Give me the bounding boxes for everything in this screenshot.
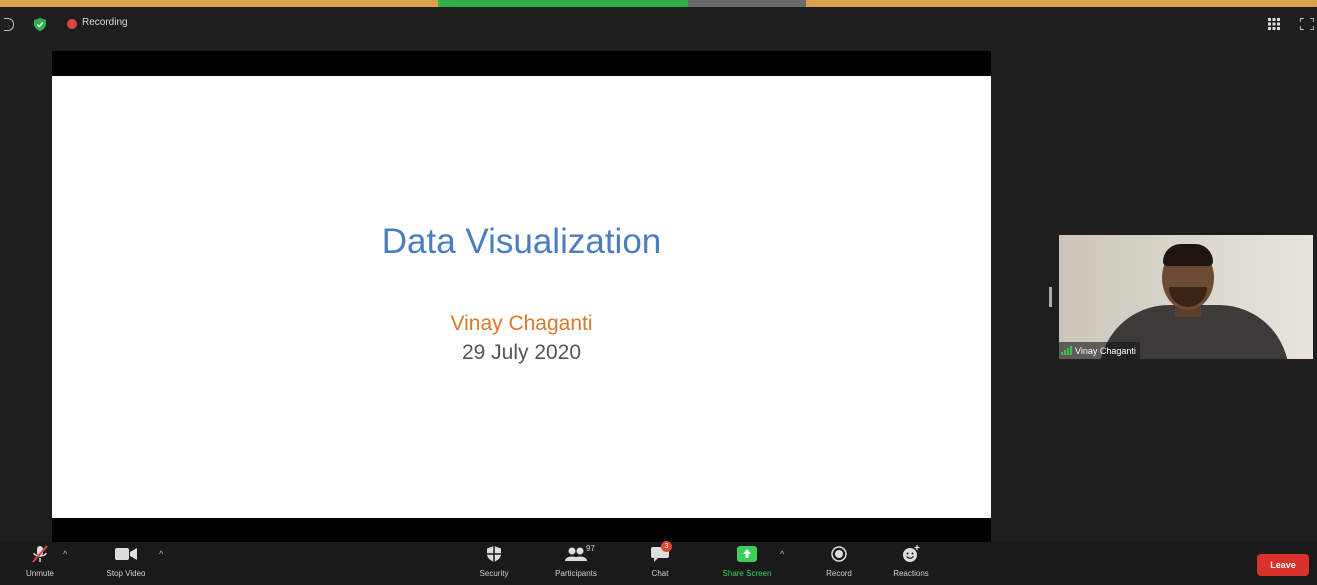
reactions-smiley-icon bbox=[903, 545, 920, 562]
panel-resize-handle[interactable] bbox=[1049, 287, 1052, 307]
stop-video-label: Stop Video bbox=[106, 569, 146, 578]
security-shield-icon bbox=[487, 546, 501, 562]
security-label: Security bbox=[479, 569, 509, 578]
participants-button[interactable]: 97 Participants bbox=[536, 542, 616, 585]
share-screen-label: Share Screen bbox=[722, 569, 772, 578]
chat-button[interactable]: 3 Chat bbox=[620, 541, 700, 585]
unmute-label: Unmute bbox=[25, 569, 54, 578]
share-options-caret-icon[interactable]: ^ bbox=[780, 549, 784, 559]
video-camera-icon bbox=[115, 548, 137, 560]
fullscreen-icon[interactable] bbox=[1300, 18, 1314, 30]
participant-name-tag: Vinay Chaganti bbox=[1059, 342, 1140, 359]
share-screen-button[interactable]: Share Screen bbox=[707, 542, 787, 585]
slide-date: 29 July 2020 bbox=[461, 341, 582, 364]
recording-label[interactable]: Recording bbox=[82, 17, 128, 28]
recording-dot-icon bbox=[67, 19, 77, 29]
record-button[interactable]: Record bbox=[799, 542, 879, 585]
chat-unread-badge: 3 bbox=[661, 541, 672, 552]
slide-author: Vinay Chaganti bbox=[450, 312, 593, 335]
accent-green-segment bbox=[438, 0, 688, 7]
leave-button[interactable]: Leave bbox=[1257, 554, 1309, 576]
accent-gray-segment bbox=[688, 0, 806, 7]
top-accent-bar bbox=[0, 0, 1317, 7]
gallery-view-icon[interactable] bbox=[1268, 18, 1280, 30]
video-options-caret-icon[interactable]: ^ bbox=[159, 549, 163, 559]
shared-screen: Data Visualization Vinay Chaganti 29 Jul… bbox=[52, 51, 991, 542]
encryption-shield-icon[interactable] bbox=[34, 18, 46, 31]
presentation-slide: Data Visualization Vinay Chaganti 29 Jul… bbox=[52, 76, 991, 518]
slide-title: Data Visualization bbox=[381, 222, 662, 261]
share-screen-icon bbox=[737, 546, 757, 562]
participant-hair bbox=[1163, 244, 1213, 266]
audio-options-caret-icon[interactable]: ^ bbox=[63, 549, 67, 559]
signal-strength-icon bbox=[1061, 346, 1072, 355]
security-button[interactable]: Security bbox=[454, 542, 534, 585]
unmute-button[interactable]: Unmute bbox=[0, 542, 80, 585]
participants-icon bbox=[565, 547, 587, 561]
reactions-label: Reactions bbox=[893, 569, 929, 578]
status-bar: Recording bbox=[0, 7, 1317, 41]
muted-microphone-icon bbox=[32, 545, 48, 563]
participant-name: Vinay Chaganti bbox=[1075, 345, 1136, 356]
chat-label: Chat bbox=[651, 569, 669, 578]
info-icon[interactable] bbox=[4, 18, 14, 31]
record-icon bbox=[831, 546, 847, 562]
stop-video-button[interactable]: Stop Video bbox=[86, 542, 166, 585]
participants-label: Participants bbox=[555, 569, 597, 578]
record-label: Record bbox=[826, 569, 852, 578]
participants-count: 97 bbox=[586, 544, 595, 553]
meeting-toolbar: Unmute ^ Stop Video ^ Security 97 Partic… bbox=[0, 541, 1317, 585]
reactions-button[interactable]: Reactions bbox=[871, 542, 951, 585]
participant-video-tile[interactable]: Vinay Chaganti bbox=[1059, 235, 1313, 359]
